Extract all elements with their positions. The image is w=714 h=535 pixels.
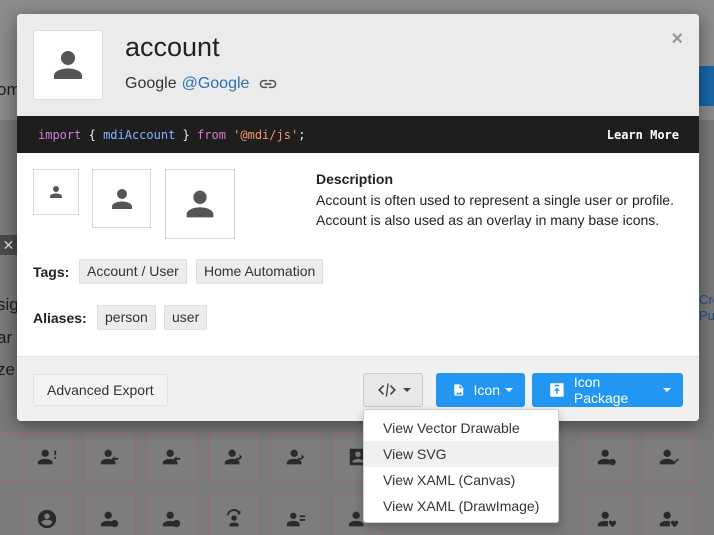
- account-icon: [50, 186, 62, 198]
- tag-chip[interactable]: Home Automation: [196, 259, 324, 284]
- chevron-down-icon: [663, 388, 671, 392]
- tag-chip[interactable]: Account / User: [79, 259, 187, 284]
- description-text: Account is often used to represent a sin…: [316, 190, 686, 230]
- icon-package-button-label: Icon Package: [573, 374, 629, 406]
- menu-item-view-svg[interactable]: View SVG: [364, 441, 558, 467]
- account-clock-icon[interactable]: [85, 494, 135, 535]
- background-text: ze: [0, 360, 15, 379]
- link-icon[interactable]: [258, 74, 278, 94]
- icon-detail-modal: account Google @Google × import { mdiAcc…: [17, 14, 699, 421]
- view-code-dropdown-button[interactable]: [363, 373, 423, 407]
- background-link[interactable]: Pu: [699, 308, 714, 324]
- modal-footer: Advanced Export Icon Icon Package: [17, 356, 699, 421]
- author-name: Google: [125, 75, 177, 92]
- account-clock-outline-icon[interactable]: [147, 494, 197, 535]
- alias-chip[interactable]: user: [164, 305, 208, 330]
- account-icon: [111, 188, 132, 209]
- account-icon-preview-small: [33, 169, 79, 215]
- menu-item-view-xaml-canvas[interactable]: View XAML (Canvas): [364, 467, 558, 493]
- icon-download-button[interactable]: Icon: [436, 373, 525, 407]
- description-line: Account is often used to represent a sin…: [316, 192, 674, 208]
- account-cancel-icon[interactable]: [582, 432, 632, 482]
- background-text: sig: [0, 295, 19, 314]
- account-icon-preview-medium: [92, 169, 151, 228]
- code-brace: }: [182, 128, 190, 142]
- close-icon[interactable]: ×: [671, 28, 683, 51]
- alias-chip[interactable]: person: [97, 305, 156, 330]
- icon-button-label: Icon: [473, 382, 500, 398]
- account-icon: [54, 51, 82, 79]
- account-icon: [186, 190, 214, 218]
- import-code-bar: import { mdiAccount } from '@mdi/js'; Le…: [17, 116, 699, 153]
- modal-header: account Google @Google ×: [17, 14, 699, 116]
- account-icon-preview-xlarge: [165, 169, 235, 239]
- account-circle-icon[interactable]: [22, 494, 72, 535]
- advanced-export-button[interactable]: Advanced Export: [33, 374, 168, 406]
- account-arrow-right-outline-icon[interactable]: [271, 432, 321, 482]
- account-arrow-right-icon[interactable]: [209, 432, 259, 482]
- account-heart-icon[interactable]: [582, 494, 632, 535]
- background-text: ar: [0, 328, 13, 347]
- aliases-label: Aliases:: [33, 310, 87, 326]
- code-semicolon: ;: [298, 128, 306, 142]
- learn-more-link[interactable]: Learn More: [607, 128, 679, 142]
- account-icon-preview-large: [33, 30, 103, 100]
- account-details-icon[interactable]: [271, 494, 321, 535]
- account-convert-icon[interactable]: [209, 494, 259, 535]
- account-check-icon[interactable]: [644, 432, 694, 482]
- account-heart-outline-icon[interactable]: [644, 494, 694, 535]
- file-image-icon: [454, 384, 464, 396]
- description-line: Account is also used as an overlay in ma…: [316, 212, 660, 228]
- background-blue-button: [697, 66, 714, 106]
- code-brace: {: [88, 128, 96, 142]
- author-handle-link[interactable]: @Google: [182, 75, 250, 93]
- tags-label: Tags:: [33, 264, 70, 280]
- code-identifier: mdiAccount: [103, 128, 176, 142]
- chevron-down-icon: [402, 388, 411, 392]
- code-module: '@mdi/js': [233, 128, 299, 142]
- menu-item-view-vector-drawable[interactable]: View Vector Drawable: [364, 415, 558, 441]
- chevron-down-icon: [505, 388, 513, 392]
- account-arrow-left-outline-icon[interactable]: [147, 432, 197, 482]
- code-keyword: import: [38, 128, 82, 142]
- icon-title: account: [125, 32, 220, 62]
- code-tags-icon: [377, 383, 396, 397]
- account-alert-icon[interactable]: [22, 432, 72, 482]
- import-code[interactable]: import { mdiAccount } from '@mdi/js';: [38, 128, 305, 142]
- menu-item-view-xaml-drawimage[interactable]: View XAML (DrawImage): [364, 493, 558, 519]
- description-heading: Description: [316, 171, 394, 187]
- background-close-icon[interactable]: ✕: [0, 235, 17, 255]
- package-down-icon: [550, 383, 564, 397]
- code-keyword: from: [197, 128, 226, 142]
- background-link[interactable]: Cre: [699, 292, 714, 308]
- account-arrow-left-icon[interactable]: [85, 432, 135, 482]
- view-code-dropdown-menu: View Vector Drawable View SVG View XAML …: [363, 409, 559, 523]
- author-line: Google @Google: [125, 74, 278, 94]
- icon-package-download-button[interactable]: Icon Package: [532, 373, 683, 407]
